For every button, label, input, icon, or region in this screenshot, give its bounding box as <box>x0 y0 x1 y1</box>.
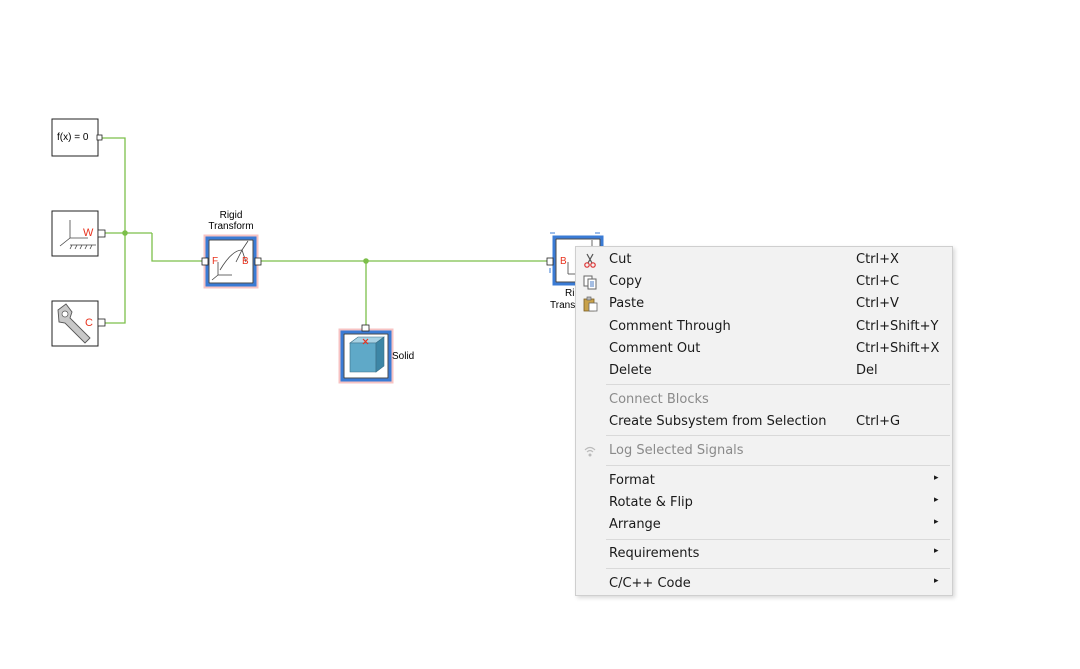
solid-label: Solid <box>392 351 415 362</box>
menu-item-label: Arrange <box>609 517 661 532</box>
menu-item-label: Cut <box>609 252 632 267</box>
menu-separator <box>606 435 950 436</box>
port-connector <box>546 257 554 266</box>
menu-item-label: Delete <box>609 363 652 378</box>
menu-item-shortcut: Ctrl+Shift+X <box>856 341 940 356</box>
menu-item-rotate-flip[interactable]: Rotate & Flip ▸ <box>576 492 952 514</box>
submenu-arrow-icon: ▸ <box>934 473 939 483</box>
menu-item-label: Log Selected Signals <box>609 443 744 458</box>
menu-separator <box>606 465 950 466</box>
solid-block[interactable] <box>338 324 394 384</box>
rt2-label-line1: Ri <box>565 288 575 299</box>
menu-item-label: Copy <box>609 274 642 289</box>
menu-item-create-subsystem[interactable]: Create Subsystem from Selection Ctrl+G <box>576 411 952 433</box>
menu-item-connect-blocks: Connect Blocks <box>576 389 952 411</box>
menu-item-copy[interactable]: Copy Ctrl+C <box>576 271 952 293</box>
port-f-label: F <box>212 256 219 267</box>
submenu-arrow-icon: ▸ <box>934 517 939 527</box>
menu-item-delete[interactable]: Delete Del <box>576 360 952 382</box>
menu-item-label: Rotate & Flip <box>609 495 693 510</box>
menu-item-label: Paste <box>609 296 645 311</box>
port-b-label: B <box>242 256 249 267</box>
solid-cube-icon <box>349 336 385 373</box>
menu-item-shortcut: Ctrl+Shift+Y <box>856 319 939 334</box>
menu-separator <box>606 384 950 385</box>
context-menu[interactable]: Cut Ctrl+X Copy Ctrl+C Paste Ctrl+V Comm… <box>575 246 953 596</box>
menu-item-label: Requirements <box>609 546 700 561</box>
submenu-arrow-icon: ▸ <box>934 576 939 586</box>
menu-item-label: Comment Through <box>609 319 731 334</box>
menu-item-arrange[interactable]: Arrange ▸ <box>576 514 952 536</box>
menu-item-comment-out[interactable]: Comment Out Ctrl+Shift+X <box>576 338 952 360</box>
rt2-port-b-label: B <box>560 256 567 267</box>
menu-item-shortcut: Del <box>856 363 878 378</box>
port-connector <box>201 257 209 266</box>
port-connector <box>96 134 103 141</box>
signal-icon <box>584 446 596 457</box>
menu-item-cut[interactable]: Cut Ctrl+X <box>576 249 952 271</box>
menu-item-label: Create Subsystem from Selection <box>609 414 827 429</box>
menu-item-format[interactable]: Format ▸ <box>576 470 952 492</box>
world-frame-block[interactable] <box>51 210 106 257</box>
menu-item-label: Comment Out <box>609 341 701 356</box>
port-c-label: C <box>85 317 93 329</box>
paste-icon <box>583 296 598 312</box>
rt2-label-line2: Trans <box>550 300 576 311</box>
port-connector <box>97 229 106 238</box>
submenu-arrow-icon: ▸ <box>934 546 939 556</box>
scissors-icon <box>584 253 596 268</box>
menu-item-c-code[interactable]: C/C++ Code ▸ <box>576 573 952 595</box>
label-line-1: Rigid <box>219 210 243 221</box>
menu-item-shortcut: Ctrl+X <box>856 252 899 267</box>
mechanism-config-block[interactable] <box>51 300 106 347</box>
menu-item-requirements[interactable]: Requirements ▸ <box>576 543 952 565</box>
signal-lines[interactable] <box>98 137 550 327</box>
menu-item-paste[interactable]: Paste Ctrl+V <box>576 293 952 315</box>
port-connector <box>361 324 370 332</box>
rigid-transform-label: Rigid Transform <box>199 210 263 232</box>
menu-item-shortcut: Ctrl+G <box>856 414 901 429</box>
label-line-2: Transform <box>208 221 254 232</box>
menu-separator <box>606 539 950 540</box>
menu-item-label: Format <box>609 473 655 488</box>
menu-item-label: Connect Blocks <box>609 392 709 407</box>
menu-item-shortcut: Ctrl+V <box>856 296 899 311</box>
port-connector <box>97 318 106 327</box>
submenu-arrow-icon: ▸ <box>934 495 939 505</box>
rigid-transform-block[interactable] <box>201 234 262 289</box>
branch-point-2 <box>363 258 369 264</box>
menu-item-comment-through[interactable]: Comment Through Ctrl+Shift+Y <box>576 316 952 338</box>
port-w-label: W <box>83 227 94 239</box>
func-label: f(x) = 0 <box>57 132 89 143</box>
menu-item-label: C/C++ Code <box>609 576 691 591</box>
port-connector <box>254 257 262 266</box>
menu-separator <box>606 568 950 569</box>
menu-item-log-signals: Log Selected Signals <box>576 440 952 462</box>
line-to-rigid-transform <box>151 233 202 262</box>
copy-icon <box>583 275 597 290</box>
branch-point-1 <box>122 230 128 236</box>
menu-item-shortcut: Ctrl+C <box>856 274 900 289</box>
